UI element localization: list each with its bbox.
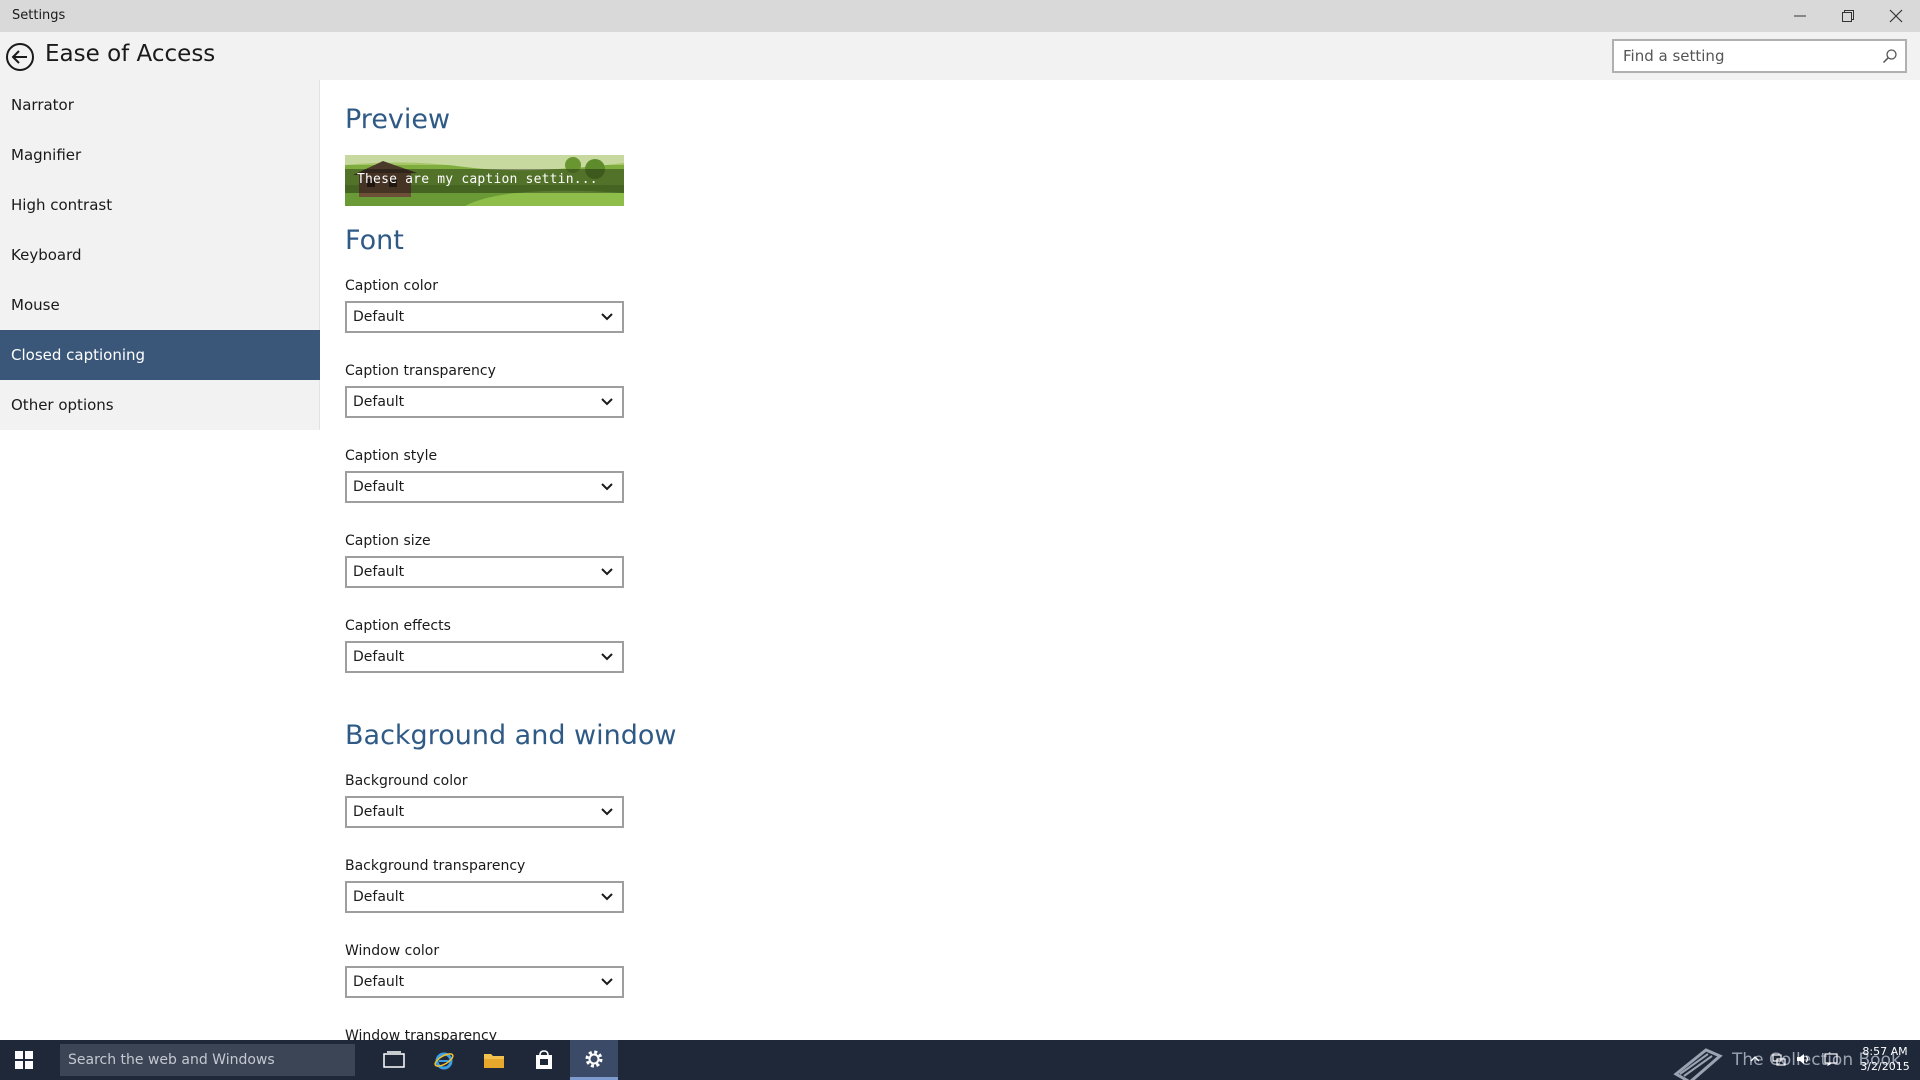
internet-explorer-icon bbox=[434, 1052, 454, 1070]
preview-heading: Preview bbox=[345, 104, 451, 135]
caption-style-label: Caption style bbox=[345, 448, 438, 464]
background-window-heading: Background and window bbox=[345, 720, 677, 751]
store-icon bbox=[536, 1050, 552, 1069]
chevron-down-icon bbox=[601, 568, 613, 576]
caption-size-value: Default bbox=[353, 564, 405, 580]
background-transparency-label: Background transparency bbox=[345, 858, 526, 874]
taskbar-search-placeholder: Search the web and Windows bbox=[68, 1052, 275, 1068]
caption-transparency-label: Caption transparency bbox=[345, 363, 496, 379]
background-transparency-select[interactable]: Default bbox=[345, 881, 624, 913]
caption-size-select[interactable]: Default bbox=[345, 556, 624, 588]
window-title: Settings bbox=[12, 8, 66, 23]
caption-style-select[interactable]: Default bbox=[345, 471, 624, 503]
close-button[interactable] bbox=[1872, 0, 1920, 32]
back-button[interactable] bbox=[4, 41, 36, 73]
background-transparency-value: Default bbox=[353, 889, 405, 905]
internet-explorer-button[interactable] bbox=[420, 1040, 468, 1080]
chevron-down-icon bbox=[601, 313, 613, 321]
caption-color-value: Default bbox=[353, 309, 405, 325]
clock-date: 3/2/2015 bbox=[1860, 1060, 1910, 1073]
chevron-down-icon bbox=[601, 808, 613, 816]
chevron-down-icon bbox=[601, 978, 613, 986]
sidebar-nav: Narrator Magnifier High contrast Keyboar… bbox=[0, 80, 320, 1040]
taskbar-search-box[interactable]: Search the web and Windows bbox=[60, 1044, 355, 1076]
minimize-button[interactable] bbox=[1776, 0, 1824, 32]
window-color-select[interactable]: Default bbox=[345, 966, 624, 998]
search-input[interactable] bbox=[1614, 41, 1869, 71]
caption-effects-value: Default bbox=[353, 649, 405, 665]
sidebar-item-other-options[interactable]: Other options bbox=[0, 380, 320, 430]
sidebar-item-mouse[interactable]: Mouse bbox=[0, 280, 320, 330]
sidebar-item-high-contrast[interactable]: High contrast bbox=[0, 180, 320, 230]
chevron-down-icon bbox=[601, 653, 613, 661]
window-color-label: Window color bbox=[345, 943, 440, 959]
task-view-button[interactable] bbox=[370, 1040, 418, 1080]
page-header: Ease of Access bbox=[0, 32, 1920, 80]
caption-color-label: Caption color bbox=[345, 278, 438, 294]
font-heading: Font bbox=[345, 225, 404, 256]
restore-button[interactable] bbox=[1824, 0, 1872, 32]
taskbar: Search the web and Windows The Collectio… bbox=[0, 1040, 1920, 1080]
start-button[interactable] bbox=[0, 1040, 48, 1080]
windows-logo-icon bbox=[15, 1051, 33, 1069]
caption-style-value: Default bbox=[353, 479, 405, 495]
find-setting-search[interactable] bbox=[1612, 39, 1907, 73]
background-color-label: Background color bbox=[345, 773, 468, 789]
window-transparency-label: Window transparency bbox=[345, 1028, 498, 1040]
chevron-down-icon bbox=[601, 483, 613, 491]
clock-time: 8:57 AM bbox=[1862, 1045, 1908, 1058]
page-title: Ease of Access bbox=[45, 41, 216, 67]
settings-gear-icon bbox=[585, 1050, 603, 1067]
caption-effects-label: Caption effects bbox=[345, 618, 451, 634]
sidebar-item-magnifier[interactable]: Magnifier bbox=[0, 130, 320, 180]
caption-size-label: Caption size bbox=[345, 533, 431, 549]
minimize-icon bbox=[1794, 15, 1806, 17]
sidebar-item-closed-captioning[interactable]: Closed captioning bbox=[0, 330, 320, 380]
caption-effects-select[interactable]: Default bbox=[345, 641, 624, 673]
background-color-select[interactable]: Default bbox=[345, 796, 624, 828]
close-icon bbox=[1889, 9, 1903, 23]
caption-preview: These are my caption settin... bbox=[345, 155, 624, 206]
store-button[interactable] bbox=[520, 1040, 568, 1080]
book-icon bbox=[1673, 1048, 1723, 1080]
caption-transparency-select[interactable]: Default bbox=[345, 386, 624, 418]
sidebar-empty-area bbox=[0, 430, 320, 1040]
network-icon[interactable] bbox=[1772, 1052, 1786, 1066]
show-hidden-icons-icon[interactable] bbox=[1748, 1052, 1762, 1066]
volume-icon[interactable] bbox=[1796, 1052, 1810, 1066]
search-icon[interactable] bbox=[1882, 48, 1898, 64]
task-view-icon bbox=[383, 1051, 405, 1068]
sidebar-item-keyboard[interactable]: Keyboard bbox=[0, 230, 320, 280]
title-bar: Settings bbox=[0, 0, 1920, 32]
preview-caption-text: These are my caption settin... bbox=[357, 172, 598, 187]
action-center-icon[interactable] bbox=[1824, 1052, 1838, 1066]
background-color-value: Default bbox=[353, 804, 405, 820]
back-arrow-icon bbox=[6, 43, 34, 71]
taskbar-clock[interactable]: 8:57 AM 3/2/2015 bbox=[1855, 1044, 1915, 1074]
file-explorer-button[interactable] bbox=[470, 1040, 518, 1080]
window-color-value: Default bbox=[353, 974, 405, 990]
file-explorer-icon bbox=[484, 1054, 504, 1068]
main-content: Preview These are my caption settin... F… bbox=[321, 80, 1920, 1040]
caption-transparency-value: Default bbox=[353, 394, 405, 410]
restore-icon bbox=[1842, 10, 1854, 22]
chevron-down-icon bbox=[601, 893, 613, 901]
settings-taskbar-button[interactable] bbox=[570, 1040, 618, 1080]
caption-color-select[interactable]: Default bbox=[345, 301, 624, 333]
sidebar-item-narrator[interactable]: Narrator bbox=[0, 80, 320, 130]
chevron-down-icon bbox=[601, 398, 613, 406]
